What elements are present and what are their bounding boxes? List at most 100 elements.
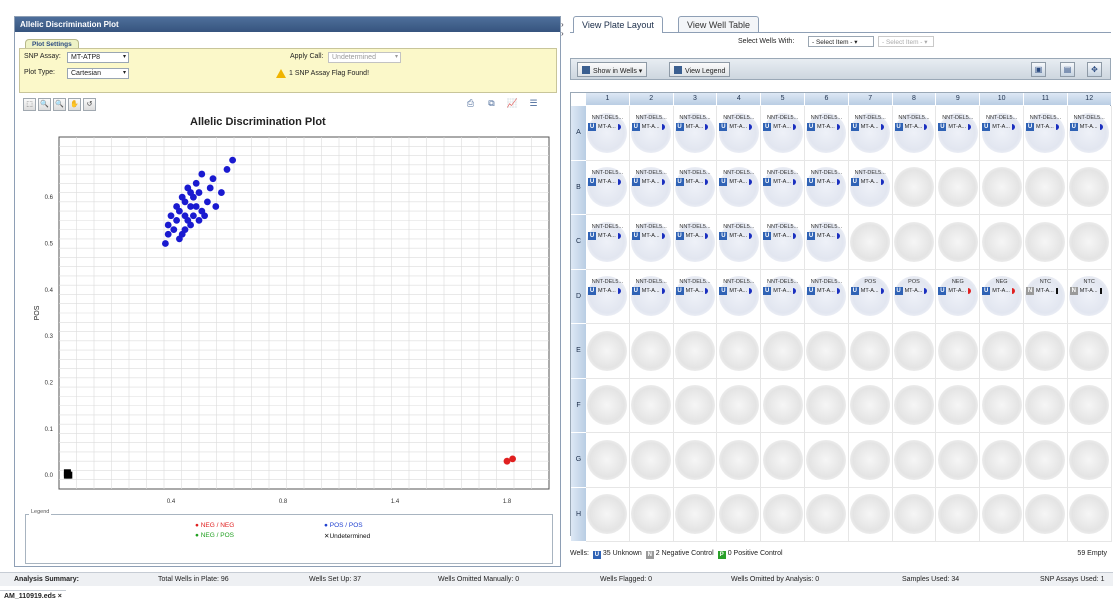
well-F2[interactable]: [629, 378, 674, 433]
well-F6[interactable]: [805, 378, 849, 433]
well-A5[interactable]: NNT-DEL5... U MT-A...: [761, 106, 805, 161]
well-A1[interactable]: NNT-DEL5... U MT-A...: [586, 106, 630, 161]
well-B4[interactable]: NNT-DEL5... U MT-A...: [717, 160, 762, 215]
well-C1[interactable]: NNT-DEL5... U MT-A...: [586, 215, 630, 270]
well-F11[interactable]: [1024, 378, 1068, 433]
zoom-plate-icon[interactable]: ▣: [1031, 62, 1046, 77]
well-G8[interactable]: [892, 433, 937, 488]
well-A4[interactable]: NNT-DEL5... U MT-A...: [717, 106, 762, 161]
well-D11[interactable]: NTC N MT-A...: [1024, 269, 1068, 324]
well-E5[interactable]: [761, 324, 805, 379]
well-D6[interactable]: NNT-DEL5... U MT-A...: [805, 269, 849, 324]
well-E7[interactable]: [848, 324, 893, 379]
column-header-1[interactable]: 1: [586, 93, 630, 105]
column-header-6[interactable]: 6: [805, 93, 849, 105]
reset-icon[interactable]: ↺: [83, 98, 96, 111]
pan-hand-icon[interactable]: ✋: [68, 98, 81, 111]
chart-icon[interactable]: 📈: [506, 97, 519, 110]
well-B10[interactable]: [980, 160, 1024, 215]
tab-view-plate-layout[interactable]: View Plate Layout: [573, 16, 663, 33]
well-E6[interactable]: [805, 324, 849, 379]
column-header-5[interactable]: 5: [761, 93, 805, 105]
well-F10[interactable]: [980, 378, 1024, 433]
well-G12[interactable]: [1067, 433, 1112, 488]
row-header-B[interactable]: B: [571, 160, 586, 215]
fit-plate-icon[interactable]: ▤: [1060, 62, 1075, 77]
well-D7[interactable]: POS U MT-A...: [848, 269, 893, 324]
well-G2[interactable]: [629, 433, 674, 488]
well-F8[interactable]: [892, 378, 937, 433]
row-header-F[interactable]: F: [571, 378, 586, 433]
well-F9[interactable]: [936, 378, 981, 433]
column-header-12[interactable]: 12: [1067, 93, 1112, 105]
column-header-3[interactable]: 3: [673, 93, 718, 105]
well-C10[interactable]: [980, 215, 1024, 270]
zoom-out-icon[interactable]: 🔍: [53, 98, 66, 111]
file-tab[interactable]: AM_110919.eds ×: [0, 590, 66, 603]
well-D12[interactable]: NTC N MT-A...: [1067, 269, 1112, 324]
well-E10[interactable]: [980, 324, 1024, 379]
well-D9[interactable]: NEG U MT-A...: [936, 269, 981, 324]
well-F1[interactable]: [586, 378, 630, 433]
well-A2[interactable]: NNT-DEL5... U MT-A...: [629, 106, 674, 161]
well-C6[interactable]: NNT-DEL5... U MT-A...: [805, 215, 849, 270]
zoom-in-icon[interactable]: 🔍: [38, 98, 51, 111]
well-H10[interactable]: [980, 487, 1024, 542]
well-H3[interactable]: [673, 487, 718, 542]
well-C8[interactable]: [892, 215, 937, 270]
view-legend-button[interactable]: View Legend: [669, 62, 731, 77]
select-tool-icon[interactable]: ⬚: [23, 98, 36, 111]
well-B1[interactable]: NNT-DEL5... U MT-A...: [586, 160, 630, 215]
well-D2[interactable]: NNT-DEL5... U MT-A...: [629, 269, 674, 324]
well-E11[interactable]: [1024, 324, 1068, 379]
row-header-C[interactable]: C: [571, 215, 586, 270]
well-H8[interactable]: [892, 487, 937, 542]
well-E12[interactable]: [1067, 324, 1112, 379]
select-item-dropdown-2[interactable]: - Select Item - ▾: [878, 36, 934, 47]
well-A11[interactable]: NNT-DEL5... U MT-A...: [1024, 106, 1068, 161]
column-header-9[interactable]: 9: [936, 93, 981, 105]
well-C4[interactable]: NNT-DEL5... U MT-A...: [717, 215, 762, 270]
well-H9[interactable]: [936, 487, 981, 542]
row-header-D[interactable]: D: [571, 269, 586, 324]
well-A12[interactable]: NNT-DEL5... U MT-A...: [1067, 106, 1112, 161]
well-E4[interactable]: [717, 324, 762, 379]
well-B11[interactable]: [1024, 160, 1068, 215]
well-C2[interactable]: NNT-DEL5... U MT-A...: [629, 215, 674, 270]
list-icon[interactable]: ☰: [527, 97, 540, 110]
snp-assay-select[interactable]: MT-ATP8 ▾: [67, 52, 129, 63]
well-A9[interactable]: NNT-DEL5... U MT-A...: [936, 106, 981, 161]
well-D3[interactable]: NNT-DEL5... U MT-A...: [673, 269, 718, 324]
well-D8[interactable]: POS U MT-A...: [892, 269, 937, 324]
well-G3[interactable]: [673, 433, 718, 488]
well-E1[interactable]: [586, 324, 630, 379]
well-G11[interactable]: [1024, 433, 1068, 488]
well-E3[interactable]: [673, 324, 718, 379]
well-G6[interactable]: [805, 433, 849, 488]
row-header-G[interactable]: G: [571, 433, 586, 488]
well-A10[interactable]: NNT-DEL5... U MT-A...: [980, 106, 1024, 161]
well-B8[interactable]: [892, 160, 937, 215]
apply-call-select[interactable]: Undetermined ▾: [328, 52, 401, 63]
allelic-scatter-plot[interactable]: 0.40.81.41.80.00.10.20.30.40.50.6NEGPOS: [29, 129, 557, 509]
well-C9[interactable]: [936, 215, 981, 270]
well-B2[interactable]: NNT-DEL5... U MT-A...: [629, 160, 674, 215]
row-header-A[interactable]: A: [571, 106, 586, 161]
well-H4[interactable]: [717, 487, 762, 542]
well-A8[interactable]: NNT-DEL5... U MT-A...: [892, 106, 937, 161]
well-D4[interactable]: NNT-DEL5... U MT-A...: [717, 269, 762, 324]
well-G1[interactable]: [586, 433, 630, 488]
well-F4[interactable]: [717, 378, 762, 433]
well-C12[interactable]: [1067, 215, 1112, 270]
well-H6[interactable]: [805, 487, 849, 542]
well-E2[interactable]: [629, 324, 674, 379]
column-header-4[interactable]: 4: [717, 93, 762, 105]
show-in-wells-button[interactable]: Show in Wells ▾: [577, 62, 648, 77]
well-F3[interactable]: [673, 378, 718, 433]
column-header-2[interactable]: 2: [629, 93, 674, 105]
well-D5[interactable]: NNT-DEL5... U MT-A...: [761, 269, 805, 324]
well-H12[interactable]: [1067, 487, 1112, 542]
well-E8[interactable]: [892, 324, 937, 379]
well-G10[interactable]: [980, 433, 1024, 488]
well-F5[interactable]: [761, 378, 805, 433]
